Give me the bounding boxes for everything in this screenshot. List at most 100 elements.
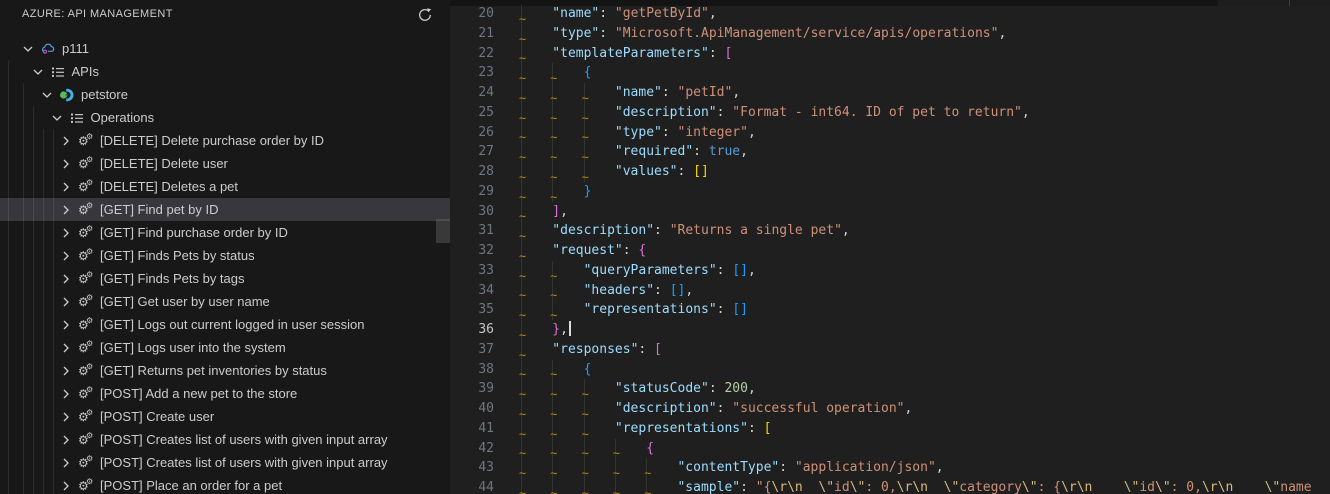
token-s bbox=[928, 480, 944, 494]
token-k: "request" bbox=[552, 243, 623, 258]
tab-whitespace bbox=[613, 458, 646, 484]
tree-item-label: [POST] Add a new pet to the store bbox=[100, 386, 298, 401]
tree-item-get-find-purchase-order-by-id[interactable]: ⚙ ⚙ [GET] Find purchase order by ID bbox=[0, 221, 450, 244]
code-line[interactable]: "headers": [], bbox=[519, 280, 1312, 306]
token-k: "description" bbox=[552, 223, 655, 239]
tree-item-post-add-a-new-pet-to-the-store[interactable]: ⚙ ⚙ [POST] Add a new pet to the store bbox=[0, 382, 450, 405]
tree-item-delete-delete-purchase-order-by-id[interactable]: ⚙ ⚙ [DELETE] Delete purchase order by ID bbox=[0, 129, 450, 152]
chevron-right-icon[interactable] bbox=[58, 156, 74, 172]
chevron-right-icon[interactable] bbox=[58, 179, 74, 195]
gears-icon: ⚙ ⚙ bbox=[78, 154, 94, 171]
chevron-right-icon[interactable] bbox=[58, 317, 74, 333]
code-line[interactable]: "description": "Format - int64. ID of pe… bbox=[519, 102, 1312, 128]
code-line[interactable]: "templateParameters": [ bbox=[519, 43, 1312, 69]
chevron-right-icon[interactable] bbox=[58, 432, 74, 448]
tab-whitespace bbox=[550, 359, 583, 385]
chevron-right-icon[interactable] bbox=[58, 363, 74, 379]
chevron-right-icon[interactable] bbox=[58, 340, 74, 356]
code-line[interactable]: "queryParameters": [], bbox=[519, 260, 1312, 286]
code-line[interactable]: "values": [] bbox=[519, 162, 1312, 187]
tree-item-label: [DELETE] Delete purchase order by ID bbox=[100, 133, 324, 148]
json-editor[interactable]: 20 21 22 23 24 25 26 27 28 29 30 31 32 33 34 35 36 37 38 39… bbox=[450, 0, 1330, 494]
gears-icon: ⚙ ⚙ bbox=[78, 223, 94, 240]
tree-item-post-create-user[interactable]: ⚙ ⚙ [POST] Create user bbox=[0, 405, 450, 428]
code-line[interactable]: "name": "petId", bbox=[519, 83, 1312, 108]
chevron-right-icon[interactable] bbox=[58, 202, 74, 218]
code-line[interactable]: "name": "getPetById", bbox=[519, 4, 1312, 29]
chevron-right-icon[interactable] bbox=[58, 478, 74, 494]
tree-item-get-finds-pets-by-status[interactable]: ⚙ ⚙ [GET] Finds Pets by status bbox=[0, 244, 450, 267]
chevron-right-icon[interactable] bbox=[58, 271, 74, 287]
tree-item-delete-deletes-a-pet[interactable]: ⚙ ⚙ [DELETE] Deletes a pet bbox=[0, 175, 450, 198]
code-line[interactable]: { bbox=[519, 359, 1312, 385]
tree-item-petstore[interactable]: petstore bbox=[0, 83, 450, 106]
chevron-right-icon[interactable] bbox=[58, 225, 74, 241]
chevron-right-icon[interactable] bbox=[58, 409, 74, 425]
token-k: "name" bbox=[614, 85, 662, 100]
code-line[interactable]: "representations": [] bbox=[519, 300, 1312, 326]
tree-item-get-returns-pet-inventories-by-status[interactable]: ⚙ ⚙ [GET] Returns pet inventories by statu… bbox=[0, 359, 450, 382]
token-u: { bbox=[583, 65, 592, 81]
chevron-right-icon[interactable] bbox=[58, 133, 74, 149]
code-line[interactable]: "request": { bbox=[519, 241, 1312, 266]
operation-icon-wrap: ⚙ ⚙ bbox=[78, 178, 94, 195]
token-p: : bbox=[708, 45, 725, 61]
tab-whitespace bbox=[644, 478, 677, 494]
operation-icon-wrap: ⚙ ⚙ bbox=[78, 316, 94, 333]
chevron-right-icon[interactable] bbox=[58, 294, 74, 310]
code-line[interactable]: { bbox=[519, 63, 1312, 89]
token-s bbox=[803, 480, 819, 494]
token-m: [ bbox=[654, 341, 662, 357]
tree-item-label: p111 bbox=[62, 41, 89, 56]
token-p: : bbox=[677, 164, 694, 179]
line-number: 20 bbox=[478, 6, 494, 21]
token-k: "representations" bbox=[614, 420, 748, 436]
editor-code-area[interactable]: "name": "getPetById","type": "Microsoft.… bbox=[519, 4, 1312, 494]
tree-item-post-creates-list-of-users-with-given-input-array[interactable]: ⚙ ⚙ [POST] Creates list of users with give… bbox=[0, 451, 450, 474]
code-line[interactable]: ], bbox=[519, 201, 1312, 227]
code-line[interactable]: }, bbox=[519, 320, 1312, 345]
token-k: "sample" bbox=[677, 480, 741, 494]
code-line[interactable]: "type": "Microsoft.ApiManagement/service… bbox=[519, 23, 1312, 49]
chevron-down-icon[interactable] bbox=[20, 41, 36, 57]
tree-item-get-logs-out-current-logged-in-user-session[interactable]: ⚙ ⚙ [GET] Logs out current logged in user … bbox=[0, 313, 450, 336]
token-k: "representations" bbox=[583, 302, 717, 318]
tree-item-p111[interactable]: p111 bbox=[0, 37, 450, 60]
token-s: : 0, bbox=[865, 480, 897, 494]
tree-item-operations[interactable]: Operations bbox=[0, 106, 450, 129]
tree-item-get-finds-pets-by-tags[interactable]: ⚙ ⚙ [GET] Finds Pets by tags bbox=[0, 267, 450, 290]
code-line[interactable]: "contentType": "application/json", bbox=[519, 458, 1312, 484]
code-line[interactable]: "type": "integer", bbox=[519, 122, 1312, 148]
token-s: "successful operation" bbox=[732, 401, 905, 416]
chevron-down-icon[interactable] bbox=[39, 87, 55, 103]
chevron-down-icon[interactable] bbox=[30, 64, 46, 80]
code-line[interactable]: "responses": [ bbox=[519, 339, 1312, 365]
refresh-button[interactable] bbox=[415, 5, 435, 25]
code-line[interactable]: "description": "successful operation", bbox=[519, 399, 1312, 424]
code-line[interactable]: "statusCode": 200, bbox=[519, 379, 1312, 405]
tree-item-post-place-an-order-for-a-pet[interactable]: ⚙ ⚙ [POST] Place an order for a pet bbox=[0, 474, 450, 494]
token-p: , bbox=[740, 144, 748, 160]
tree-item-get-logs-user-into-the-system[interactable]: ⚙ ⚙ [GET] Logs user into the system bbox=[0, 336, 450, 359]
sidebar-scrollbar-thumb[interactable] bbox=[436, 219, 450, 243]
tab-whitespace bbox=[582, 399, 615, 424]
code-line[interactable]: "representations": [ bbox=[519, 418, 1312, 444]
code-line[interactable]: "description": "Returns a single pet", bbox=[519, 221, 1312, 247]
tree-item-delete-delete-user[interactable]: ⚙ ⚙ [DELETE] Delete user bbox=[0, 152, 450, 175]
chevron-right-icon[interactable] bbox=[58, 386, 74, 402]
tree-item-post-creates-list-of-users-with-given-input-array[interactable]: ⚙ ⚙ [POST] Creates list of users with give… bbox=[0, 428, 450, 451]
code-line[interactable]: { bbox=[519, 438, 1312, 464]
code-line[interactable]: "required": true, bbox=[519, 142, 1312, 168]
chevron-right-icon[interactable] bbox=[58, 455, 74, 471]
token-p: : bbox=[716, 401, 733, 416]
chevron-right-icon[interactable] bbox=[58, 248, 74, 264]
tree-item-apis[interactable]: APIs bbox=[0, 60, 450, 83]
code-line[interactable]: "sample": "{\r\n \"id\": 0,\r\n \"catego… bbox=[519, 478, 1312, 494]
tree-item-get-find-pet-by-id[interactable]: ⚙ ⚙ [GET] Find pet by ID bbox=[0, 198, 450, 221]
refresh-icon bbox=[419, 8, 432, 21]
chevron-down-icon[interactable] bbox=[49, 110, 65, 126]
code-line[interactable]: } bbox=[519, 181, 1312, 207]
token-s: category bbox=[959, 480, 1022, 494]
line-number: 42 bbox=[478, 440, 494, 456]
tree-item-get-get-user-by-user-name[interactable]: ⚙ ⚙ [GET] Get user by user name bbox=[0, 290, 450, 313]
